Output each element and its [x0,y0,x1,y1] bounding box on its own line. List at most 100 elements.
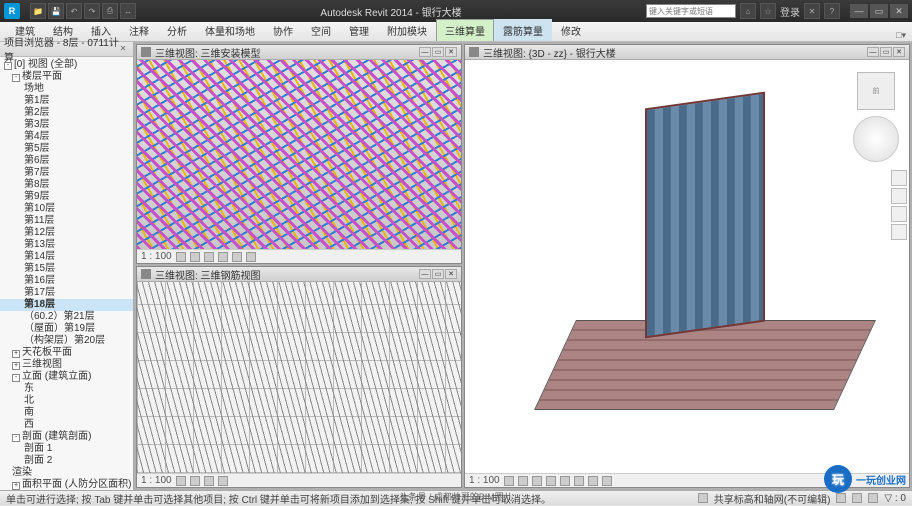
tree-item[interactable]: 第2层 [0,107,133,119]
view-scale[interactable]: 1 : 100 [141,251,172,262]
tree-item[interactable]: 东 [0,383,133,395]
tab-manage[interactable]: 管理 [340,19,378,41]
tree-item[interactable]: 第10层 [0,203,133,215]
tab-massing[interactable]: 体量和场地 [196,19,264,41]
tree-item[interactable]: +面积平面 (人防分区面积) [0,479,133,490]
tab-view[interactable]: 空间 [302,19,340,41]
tab-modify[interactable]: 修改 [552,19,590,41]
tree-item[interactable]: 第17层 [0,287,133,299]
tree-item[interactable]: 场地 [0,83,133,95]
view-min-icon[interactable]: — [419,269,431,279]
view-max-icon[interactable]: ▭ [432,269,444,279]
status-workset[interactable]: 共享标高和轴网(不可编辑) [714,491,831,506]
select-pinned-icon[interactable] [868,493,878,503]
favorite-icon[interactable]: ☆ [760,3,776,19]
tree-item[interactable]: -[0] 视图 (全部) [0,59,133,71]
sun-path-icon[interactable] [204,252,214,262]
browser-close-icon[interactable]: ✕ [120,44,129,54]
view-close-icon[interactable]: ✕ [893,47,905,57]
tree-item[interactable]: 北 [0,395,133,407]
view-min-icon[interactable]: — [867,47,879,57]
tree-item[interactable]: 南 [0,407,133,419]
tree-item[interactable]: 第1层 [0,95,133,107]
tree-item[interactable]: 剖面 2 [0,455,133,467]
shadows-icon[interactable] [218,252,228,262]
expand-icon[interactable]: + [12,482,20,490]
qat-undo-icon[interactable]: ↶ [66,3,82,19]
sun-path-icon[interactable] [204,476,214,486]
sun-path-icon[interactable] [532,476,542,486]
tree-item[interactable]: 第5层 [0,143,133,155]
shadows-icon[interactable] [218,476,228,486]
view-close-icon[interactable]: ✕ [445,47,457,57]
help-icon[interactable]: ? [824,3,840,19]
view-scale[interactable]: 1 : 100 [469,475,500,486]
qat-open-icon[interactable]: 📁 [30,3,46,19]
shadows-icon[interactable] [546,476,556,486]
crop-icon[interactable] [574,476,584,486]
tree-item[interactable]: 第9层 [0,191,133,203]
exchange-icon[interactable]: ✕ [804,3,820,19]
nav-pan-icon[interactable] [891,188,907,204]
tree-item[interactable]: 第3层 [0,119,133,131]
tree-item[interactable]: 第12层 [0,227,133,239]
detail-level-icon[interactable] [176,252,186,262]
tab-analyze[interactable]: 分析 [158,19,196,41]
tree-item[interactable]: 渲染 [0,467,133,479]
minimize-button[interactable]: — [850,4,868,18]
hide-isolate-icon[interactable] [588,476,598,486]
expand-icon[interactable]: - [4,62,12,70]
hide-isolate-icon[interactable] [246,252,256,262]
visual-style-icon[interactable] [190,252,200,262]
editable-only-icon[interactable] [836,493,846,503]
detail-level-icon[interactable] [176,476,186,486]
view-close-icon[interactable]: ✕ [445,269,457,279]
tree-item[interactable]: 第14层 [0,251,133,263]
worksets-icon[interactable] [698,493,708,503]
nav-home-icon[interactable] [891,170,907,186]
select-links-icon[interactable] [852,493,862,503]
qat-measure-icon[interactable]: ↔ [120,3,136,19]
login-link[interactable]: 登录 [780,4,800,19]
tree-item[interactable]: （构架层）第20层 [0,335,133,347]
tree-item[interactable]: +天花板平面 [0,347,133,359]
expand-icon[interactable]: + [12,350,20,358]
view-cube[interactable]: 前 [857,72,895,110]
tree-item[interactable]: （屋面）第19层 [0,323,133,335]
tree-item[interactable]: 第15层 [0,263,133,275]
view-canvas[interactable]: 前 [465,60,909,473]
qat-save-icon[interactable]: 💾 [48,3,64,19]
view-min-icon[interactable]: — [419,47,431,57]
subscription-icon[interactable]: ⌂ [740,3,756,19]
tree-item[interactable]: 第18层 [0,299,133,311]
render-icon[interactable] [560,476,570,486]
tree-item[interactable]: 第8层 [0,179,133,191]
tree-item[interactable]: 第11层 [0,215,133,227]
expand-icon[interactable]: - [12,434,20,442]
search-input[interactable] [646,4,736,18]
expand-icon[interactable]: - [12,374,20,382]
reveal-hidden-icon[interactable] [602,476,612,486]
nav-orbit-icon[interactable] [891,224,907,240]
tab-rebar-quantity[interactable]: 露筋算量 [494,19,552,41]
view-scale[interactable]: 1 : 100 [141,475,172,486]
close-button[interactable]: ✕ [890,4,908,18]
tree-item[interactable]: （60.2）第21层 [0,311,133,323]
tree-item[interactable]: 第6层 [0,155,133,167]
steering-wheel-icon[interactable] [853,116,899,162]
tree-item[interactable]: -剖面 (建筑剖面) [0,431,133,443]
tab-addins[interactable]: 附加模块 [378,19,436,41]
detail-level-icon[interactable] [504,476,514,486]
tree-item[interactable]: -立面 (建筑立面) [0,371,133,383]
visual-style-icon[interactable] [518,476,528,486]
tree-item[interactable]: 第13层 [0,239,133,251]
tree-item[interactable]: +三维视图 [0,359,133,371]
tree-item[interactable]: 剖面 1 [0,443,133,455]
qat-redo-icon[interactable]: ↷ [84,3,100,19]
visual-style-icon[interactable] [190,476,200,486]
nav-zoom-icon[interactable] [891,206,907,222]
tab-annotate[interactable]: 注释 [120,19,158,41]
tree-item[interactable]: 第7层 [0,167,133,179]
view-max-icon[interactable]: ▭ [432,47,444,57]
expand-icon[interactable]: + [12,362,20,370]
